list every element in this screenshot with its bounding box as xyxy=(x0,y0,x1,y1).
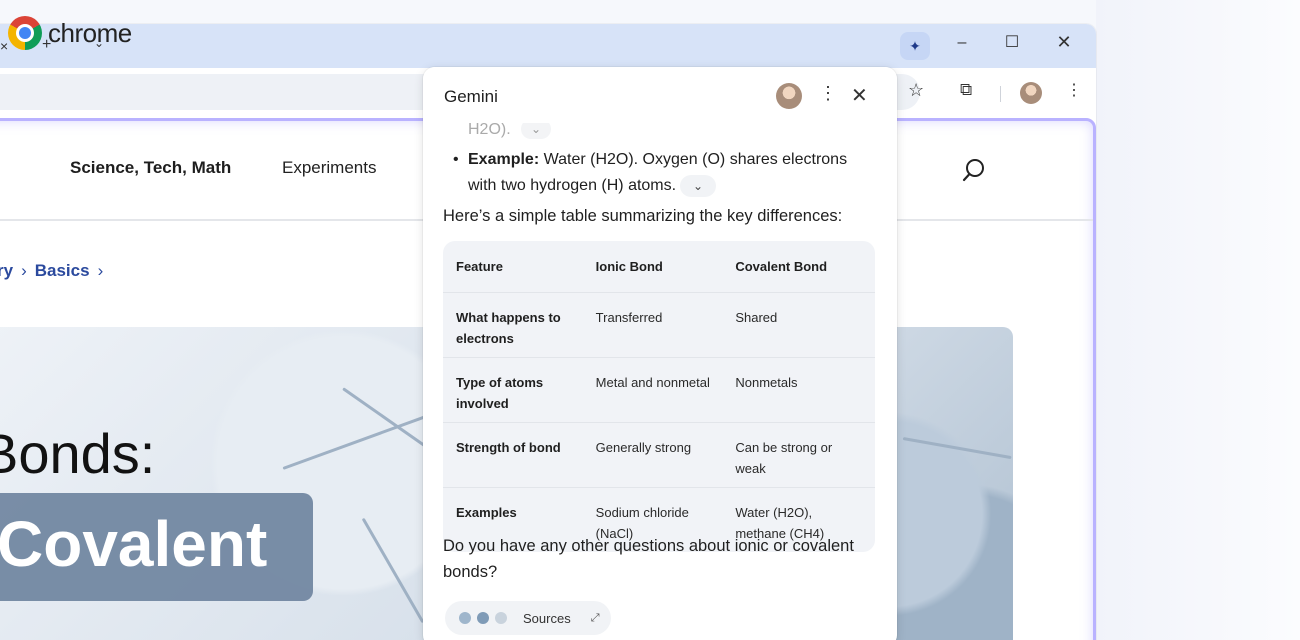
bullet-text: Example: Water (H2O). Oxygen (O) shares … xyxy=(468,147,873,199)
nav-experiments[interactable]: Experiments xyxy=(282,158,376,178)
table-row: What happens to electrons Transferred Sh… xyxy=(443,293,875,358)
header-cell: Feature xyxy=(456,259,503,274)
molecule-bond xyxy=(361,517,425,624)
header-cell: Ionic Bond xyxy=(595,259,663,274)
toolbar-divider xyxy=(1000,86,1001,102)
faded-previous-text: H2O). xyxy=(468,121,511,138)
nav-science-tech-math[interactable]: Science, Tech, Math xyxy=(70,158,231,178)
bullet-label: Example: xyxy=(468,151,540,168)
bullet-dot: • xyxy=(453,151,459,168)
example-bullet: • Example: Water (H2O). Oxygen (O) share… xyxy=(453,147,873,199)
expand-icon: ⤢ xyxy=(590,611,600,624)
hero-highlight-text: Covalent xyxy=(0,508,268,580)
gemini-sparkle-icon[interactable]: ✦ xyxy=(900,32,930,60)
table-cell: What happens to electrons xyxy=(456,310,561,346)
search-icon[interactable] xyxy=(961,157,987,183)
breadcrumb-chevron-icon: › xyxy=(21,261,27,280)
table-cell: Can be strong or weak xyxy=(735,440,833,476)
brand-name: chrome xyxy=(48,17,132,48)
gemini-header: Gemini ⋮ ✕ xyxy=(423,67,897,123)
header-cell: Covalent Bond xyxy=(735,259,828,274)
extensions-icon[interactable]: ⧉ xyxy=(960,80,972,100)
sources-label: Sources xyxy=(523,610,571,626)
breadcrumb-item[interactable]: ry xyxy=(0,261,13,281)
gemini-menu-icon[interactable]: ⋮ xyxy=(819,83,837,104)
source-favicon-icon xyxy=(495,612,507,624)
breadcrumb: ry › Basics › xyxy=(0,261,103,281)
minimize-button[interactable]: – xyxy=(950,34,974,52)
table-cell: Transferred xyxy=(595,310,663,325)
gemini-close-icon[interactable]: ✕ xyxy=(851,83,868,108)
breadcrumb-chevron-icon: › xyxy=(97,261,104,280)
table-header-row: Feature Ionic Bond Covalent Bond xyxy=(443,241,875,293)
maximize-button[interactable]: ☐ xyxy=(1000,32,1024,52)
hero-title: Bonds: xyxy=(0,422,156,485)
chrome-brand: chrome xyxy=(8,16,132,50)
bookmark-star-icon[interactable]: ☆ xyxy=(908,80,924,101)
table-row: Strength of bond Generally strong Can be… xyxy=(443,423,875,488)
follow-up-question: Do you have any other questions about io… xyxy=(443,537,854,581)
gemini-title: Gemini xyxy=(444,87,498,106)
gemini-panel: Gemini ⋮ ✕ H2O). ⌄ • Example: Water (H2O… xyxy=(423,67,897,640)
table-intro: Here’s a simple table summarizing the ke… xyxy=(443,207,843,225)
table-cell: Generally strong xyxy=(595,440,692,455)
table-cell: Shared xyxy=(735,310,778,325)
backdrop-glow xyxy=(1096,0,1300,640)
table-cell: Nonmetals xyxy=(735,375,798,390)
close-window-button[interactable]: ✕ xyxy=(1052,32,1076,53)
chrome-logo-icon xyxy=(8,16,42,50)
molecule-bond xyxy=(902,437,1012,460)
source-favicon-icon xyxy=(477,612,489,624)
title-bar: × + ⌄ ✦ – ☐ ✕ xyxy=(0,24,1096,68)
sources-button[interactable]: Sources ⤢ xyxy=(445,601,611,635)
table-cell: Strength of bond xyxy=(456,440,561,455)
molecule-bond xyxy=(282,412,434,470)
tab-close-icon[interactable]: × xyxy=(0,38,8,54)
source-favicon-icon xyxy=(459,612,471,624)
breadcrumb-item-basics[interactable]: Basics xyxy=(35,261,90,281)
table-cell: Metal and nonmetal xyxy=(595,375,710,390)
expand-chevron-icon[interactable]: ⌄ xyxy=(680,174,717,197)
comparison-table: Feature Ionic Bond Covalent Bond What ha… xyxy=(443,241,875,552)
gemini-profile-avatar[interactable] xyxy=(776,83,802,109)
table-row: Type of atoms involved Metal and nonmeta… xyxy=(443,358,875,423)
browser-menu-icon[interactable]: ⋮ xyxy=(1066,80,1082,100)
profile-avatar[interactable] xyxy=(1020,82,1042,104)
table-cell: Type of atoms involved xyxy=(456,375,544,411)
